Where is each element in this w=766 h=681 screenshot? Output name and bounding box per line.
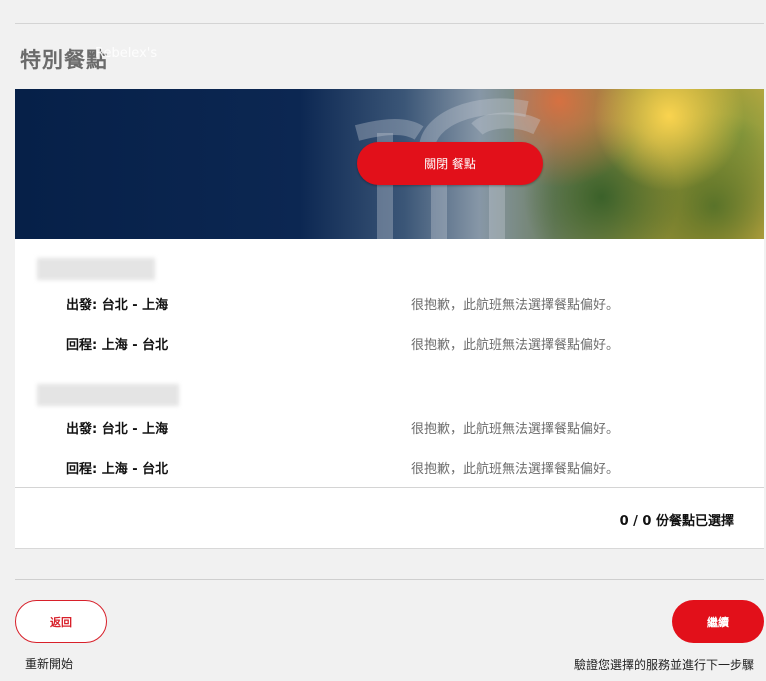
flight-message: 很抱歉，此航班無法選擇餐點偏好。 [411, 298, 620, 313]
flight-label: 回程: 上海 - 台北 [66, 338, 169, 353]
restart-link[interactable]: 重新開始 [25, 655, 73, 672]
meal-card: 關閉 餐點 出發: 台北 - 上海 很抱歉，此航班無法選擇餐點偏好。 回程: 上… [15, 89, 764, 549]
back-button[interactable]: 返回 [15, 600, 107, 643]
flight-row: 回程: 上海 - 台北 很抱歉，此航班無法選擇餐點偏好。 [66, 334, 764, 354]
flight-message: 很抱歉，此航班無法選擇餐點偏好。 [411, 462, 620, 477]
special-meal-page: 特別餐點 Rebelex's 關閉 餐點 出發: 台北 - 上海 很抱歉，此航班… [0, 0, 766, 681]
flight-label: 出發: 台北 - 上海 [66, 298, 169, 313]
flight-row: 出發: 台北 - 上海 很抱歉，此航班無法選擇餐點偏好。 [66, 418, 764, 438]
close-meals-button[interactable]: 關閉 餐點 [357, 142, 543, 185]
bottom-divider [15, 579, 764, 580]
card-divider [15, 487, 764, 488]
flight-label: 回程: 上海 - 台北 [66, 462, 169, 477]
flight-row: 回程: 上海 - 台北 很抱歉，此航班無法選擇餐點偏好。 [66, 458, 764, 478]
flight-row: 出發: 台北 - 上海 很抱歉，此航班無法選擇餐點偏好。 [66, 294, 764, 314]
flight-message: 很抱歉，此航班無法選擇餐點偏好。 [411, 422, 620, 437]
ghost-text: Rebelex's [95, 46, 158, 61]
continue-note: 驗證您選擇的服務並進行下一步驟 [573, 658, 754, 672]
passenger-name-redacted [37, 258, 155, 280]
meal-banner: 關閉 餐點 [15, 89, 764, 239]
flight-label: 出發: 台北 - 上海 [66, 422, 169, 437]
passenger-name-redacted [37, 384, 179, 406]
continue-button[interactable]: 繼續 [672, 600, 764, 643]
meal-count-summary: 0 / 0 份餐點已選擇 [619, 514, 734, 529]
top-divider [15, 23, 764, 24]
flight-message: 很抱歉，此航班無法選擇餐點偏好。 [411, 338, 620, 353]
